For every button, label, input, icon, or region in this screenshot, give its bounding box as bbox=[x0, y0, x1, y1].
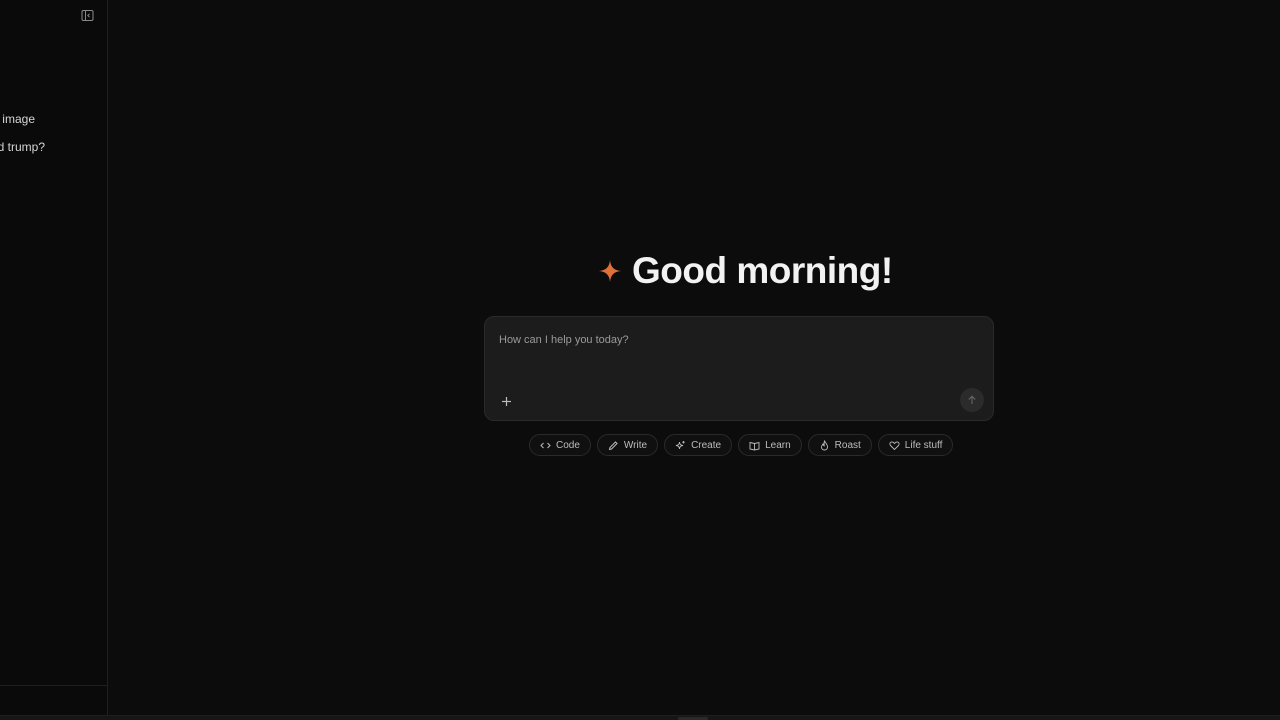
app-window: s image d trump? Good morning! bbox=[0, 0, 1280, 720]
attach-button[interactable] bbox=[497, 392, 515, 410]
history-item[interactable]: s image bbox=[0, 112, 35, 126]
send-button[interactable] bbox=[960, 388, 984, 412]
book-icon bbox=[749, 441, 760, 450]
bottom-bar bbox=[0, 715, 1280, 720]
history-item[interactable]: d trump? bbox=[0, 140, 45, 154]
chip-label: Code bbox=[556, 439, 580, 451]
chip-learn[interactable]: Learn bbox=[738, 434, 802, 456]
chip-label: Create bbox=[691, 439, 722, 451]
code-icon bbox=[540, 442, 551, 448]
prompt-chips: Code Write Create Learn Roast Life stuff bbox=[529, 434, 954, 456]
flame-icon bbox=[820, 439, 828, 450]
sidebar-toggle-icon bbox=[81, 9, 93, 21]
message-input[interactable] bbox=[497, 329, 981, 351]
sidebar-footer-divider bbox=[0, 685, 107, 686]
chip-create[interactable]: Create bbox=[664, 434, 733, 456]
chip-label: Write bbox=[623, 439, 648, 451]
chip-write[interactable]: Write bbox=[596, 434, 659, 456]
sparkle-logo-icon bbox=[599, 260, 621, 282]
sidebar-toggle-button[interactable] bbox=[79, 7, 95, 23]
composer bbox=[484, 316, 994, 421]
greeting-text: Good morning! bbox=[632, 250, 893, 291]
sidebar: s image d trump? bbox=[0, 0, 108, 716]
chip-label: Life stuff bbox=[904, 439, 943, 451]
chip-label: Roast bbox=[834, 439, 861, 451]
greeting: Good morning! bbox=[598, 250, 893, 292]
chip-code[interactable]: Code bbox=[529, 434, 591, 456]
chip-life-stuff[interactable]: Life stuff bbox=[877, 434, 954, 456]
pen-icon bbox=[608, 440, 618, 450]
plus-icon bbox=[501, 396, 511, 406]
chip-roast[interactable]: Roast bbox=[807, 434, 872, 456]
heart-icon bbox=[889, 441, 900, 450]
arrow-up-icon bbox=[968, 395, 976, 404]
sparkle-icon bbox=[676, 440, 685, 449]
chip-label: Learn bbox=[765, 439, 791, 451]
